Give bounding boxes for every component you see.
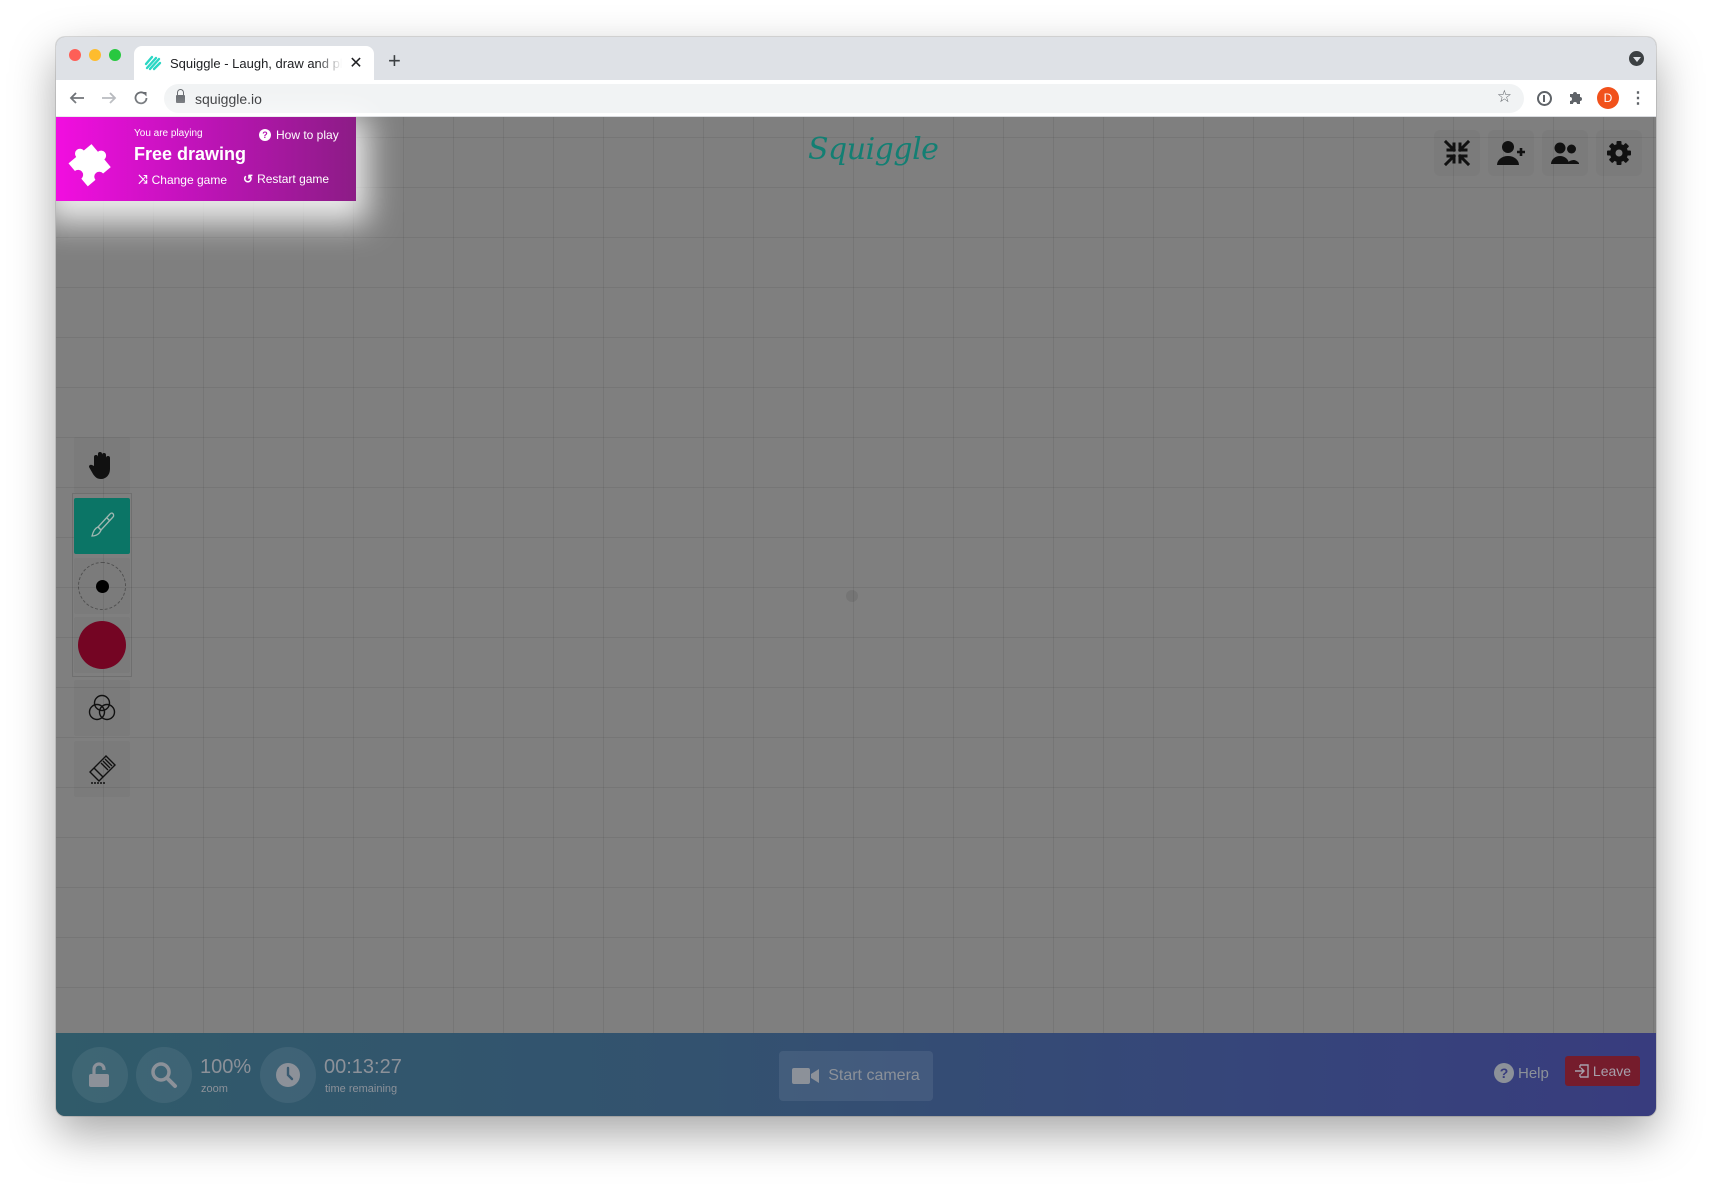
brush-size-dot bbox=[95, 579, 109, 593]
drawing-canvas[interactable] bbox=[56, 117, 1656, 1033]
how-to-play-link[interactable]: ? How to play bbox=[259, 128, 339, 142]
leave-label: Leave bbox=[1592, 1063, 1632, 1079]
question-icon: ? bbox=[259, 129, 271, 141]
help-question-icon: ? bbox=[1494, 1063, 1514, 1083]
shuffle-icon: ⤨ bbox=[138, 172, 148, 186]
palette-tool-button[interactable] bbox=[74, 680, 130, 736]
paintbrush-icon bbox=[91, 512, 115, 537]
brush-tool-button[interactable] bbox=[74, 498, 130, 554]
color-palette-icon bbox=[88, 694, 116, 721]
maximize-window-button[interactable] bbox=[109, 49, 121, 61]
browser-tab[interactable]: Squiggle - Laugh, draw and play with fri… bbox=[134, 46, 374, 80]
you-are-playing-label: You are playing bbox=[134, 128, 203, 139]
pan-tool-button[interactable] bbox=[74, 437, 130, 493]
video-camera-icon bbox=[792, 1068, 820, 1084]
compress-icon bbox=[1443, 139, 1471, 167]
unlock-icon bbox=[89, 1062, 109, 1087]
squiggle-logo: Squiggle bbox=[808, 132, 939, 167]
tab-strip: Squiggle - Laugh, draw and play with fri… bbox=[56, 37, 1656, 80]
leave-button[interactable]: Leave bbox=[1565, 1056, 1640, 1086]
forward-arrow-icon[interactable] bbox=[98, 87, 120, 109]
lock-canvas-button[interactable] bbox=[72, 1047, 128, 1103]
exit-fullscreen-button[interactable] bbox=[1434, 130, 1480, 176]
reload-icon[interactable] bbox=[130, 87, 152, 109]
color-picker-button[interactable] bbox=[74, 617, 130, 673]
address-bar[interactable]: squiggle.io ☆ bbox=[164, 84, 1524, 113]
clock-icon bbox=[276, 1063, 300, 1087]
password-manager-icon[interactable] bbox=[1534, 88, 1554, 108]
hand-icon bbox=[88, 452, 110, 479]
users-icon bbox=[1551, 142, 1579, 164]
tab-search-icon[interactable] bbox=[1629, 51, 1644, 66]
time-remaining-value: 00:13:27 bbox=[324, 1056, 402, 1078]
restart-game-link[interactable]: ↺ Restart game bbox=[243, 172, 329, 186]
close-window-button[interactable] bbox=[69, 49, 81, 61]
zoom-value: 100% bbox=[200, 1056, 252, 1078]
settings-button[interactable] bbox=[1596, 130, 1642, 176]
time-remaining-label: time remaining bbox=[325, 1083, 398, 1095]
user-plus-icon bbox=[1497, 141, 1525, 165]
game-banner: You are playing Free drawing ? How to pl… bbox=[56, 117, 356, 201]
squiggle-favicon-icon bbox=[144, 55, 162, 71]
brush-size-button[interactable] bbox=[74, 558, 130, 614]
zoom-button[interactable] bbox=[136, 1047, 192, 1103]
gear-icon bbox=[1607, 141, 1631, 165]
how-to-play-label: How to play bbox=[276, 128, 339, 142]
canvas-center-marker bbox=[846, 590, 858, 602]
bookmark-star-icon[interactable]: ☆ bbox=[1497, 87, 1512, 107]
extensions-puzzle-icon[interactable] bbox=[1566, 88, 1586, 108]
current-color-swatch bbox=[78, 621, 126, 669]
eraser-icon bbox=[89, 755, 116, 784]
invite-player-button[interactable] bbox=[1488, 130, 1534, 176]
puzzle-icon bbox=[68, 144, 111, 187]
close-tab-icon[interactable]: ✕ bbox=[348, 53, 364, 73]
timer-button[interactable] bbox=[260, 1047, 316, 1103]
browser-menu-icon[interactable]: ⋮ bbox=[1628, 88, 1648, 108]
start-camera-label: Start camera bbox=[828, 1067, 920, 1084]
players-button[interactable] bbox=[1542, 130, 1588, 176]
sign-in-icon bbox=[1574, 1064, 1589, 1078]
browser-toolbar: squiggle.io ☆ D ⋮ bbox=[56, 80, 1656, 117]
change-game-label: Change game bbox=[151, 172, 227, 187]
back-arrow-icon[interactable] bbox=[66, 87, 88, 109]
lock-icon bbox=[176, 88, 185, 104]
help-button[interactable]: ? Help bbox=[1494, 1063, 1549, 1083]
start-camera-button[interactable]: Start camera bbox=[779, 1051, 933, 1101]
tab-title: Squiggle - Laugh, draw and play with fri… bbox=[170, 55, 342, 71]
url-text: squiggle.io bbox=[195, 90, 262, 107]
history-icon: ↺ bbox=[243, 172, 254, 186]
browser-window: Squiggle - Laugh, draw and play with fri… bbox=[56, 37, 1656, 1116]
minimize-window-button[interactable] bbox=[89, 49, 101, 61]
restart-game-label: Restart game bbox=[257, 172, 330, 186]
change-game-link[interactable]: ⤨ Change game bbox=[138, 172, 227, 187]
help-label: Help bbox=[1518, 1064, 1549, 1082]
magnifier-icon bbox=[151, 1062, 177, 1088]
profile-avatar[interactable]: D bbox=[1597, 87, 1619, 109]
bottom-bar: 100% zoom 00:13:27 time remaining Start … bbox=[56, 1033, 1656, 1116]
new-tab-button[interactable]: + bbox=[388, 48, 401, 74]
brush-size-ring bbox=[78, 562, 126, 610]
game-name: Free drawing bbox=[134, 144, 247, 164]
zoom-label: zoom bbox=[201, 1083, 228, 1095]
eraser-tool-button[interactable] bbox=[74, 741, 130, 797]
